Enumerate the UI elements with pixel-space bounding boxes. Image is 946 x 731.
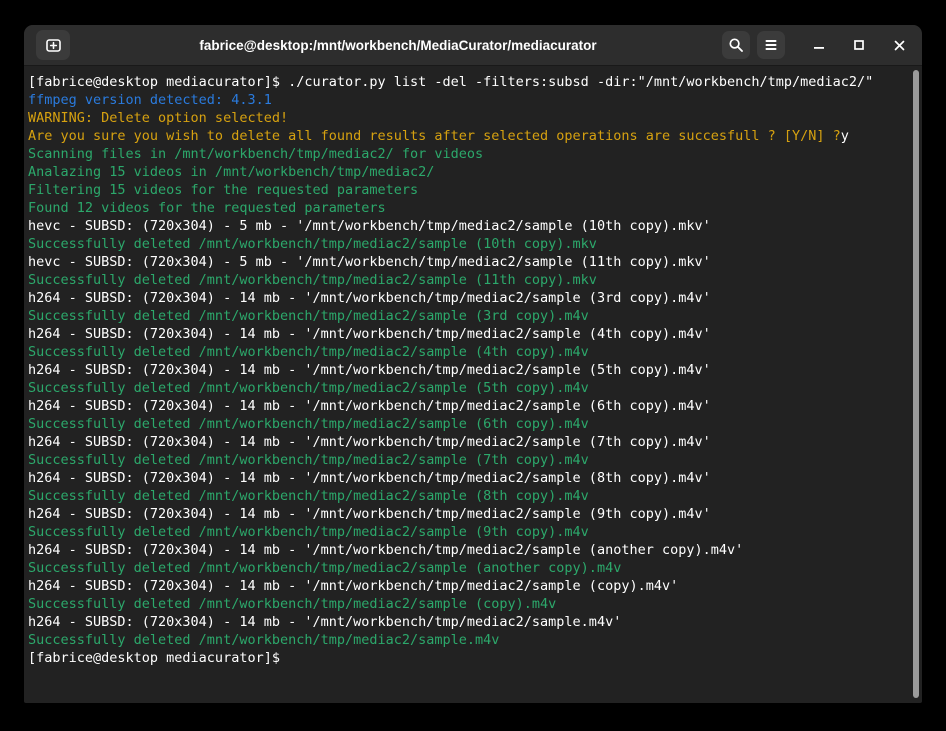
scrollbar-thumb[interactable]	[913, 70, 919, 698]
terminal-line: h264 - SUBSD: (720x304) - 14 mb - '/mnt/…	[28, 433, 908, 451]
terminal-text-segment: Successfully deleted /mnt/workbench/tmp/…	[28, 380, 589, 396]
terminal-text-segment: h264 - SUBSD: (720x304) - 14 mb - '/mnt/…	[28, 434, 711, 450]
terminal-text-segment: [fabrice@desktop mediacurator]$	[28, 650, 280, 666]
minimize-button[interactable]	[808, 31, 830, 59]
minimize-icon	[813, 39, 825, 51]
search-icon	[728, 37, 744, 53]
terminal-window: fabrice@desktop:/mnt/workbench/MediaCura…	[24, 25, 922, 703]
terminal-line: Successfully deleted /mnt/workbench/tmp/…	[28, 379, 908, 397]
terminal-line: Successfully deleted /mnt/workbench/tmp/…	[28, 559, 908, 577]
terminal-text-segment: [fabrice@desktop mediacurator]$ ./curato…	[28, 74, 873, 90]
menu-button[interactable]	[757, 31, 785, 59]
terminal-text-segment: Are you sure you wish to delete all foun…	[28, 128, 841, 144]
terminal-line: Found 12 videos for the requested parame…	[28, 199, 908, 217]
maximize-button[interactable]	[848, 31, 870, 59]
terminal-line: hevc - SUBSD: (720x304) - 5 mb - '/mnt/w…	[28, 253, 908, 271]
new-tab-button[interactable]	[36, 30, 70, 60]
terminal-line: Scanning files in /mnt/workbench/tmp/med…	[28, 145, 908, 163]
terminal-line: Successfully deleted /mnt/workbench/tmp/…	[28, 523, 908, 541]
terminal-text-segment: Scanning files in /mnt/workbench/tmp/med…	[28, 146, 483, 162]
terminal-line: WARNING: Delete option selected!	[28, 109, 908, 127]
terminal-line: Successfully deleted /mnt/workbench/tmp/…	[28, 595, 908, 613]
terminal-text-segment: Successfully deleted /mnt/workbench/tmp/…	[28, 344, 589, 360]
terminal-line: Successfully deleted /mnt/workbench/tmp/…	[28, 307, 908, 325]
terminal-line: Successfully deleted /mnt/workbench/tmp/…	[28, 451, 908, 469]
terminal-line: Successfully deleted /mnt/workbench/tmp/…	[28, 487, 908, 505]
terminal-line: h264 - SUBSD: (720x304) - 14 mb - '/mnt/…	[28, 397, 908, 415]
titlebar-controls	[722, 25, 910, 65]
close-icon	[893, 39, 906, 52]
window-title: fabrice@desktop:/mnt/workbench/MediaCura…	[114, 38, 682, 53]
terminal-line: [fabrice@desktop mediacurator]$ ./curato…	[28, 73, 908, 91]
terminal-text-segment: Successfully deleted /mnt/workbench/tmp/…	[28, 524, 589, 540]
window-control-buttons	[808, 31, 910, 59]
terminal-text-segment: Successfully deleted /mnt/workbench/tmp/…	[28, 488, 589, 504]
terminal-line: h264 - SUBSD: (720x304) - 14 mb - '/mnt/…	[28, 577, 908, 595]
terminal-line: h264 - SUBSD: (720x304) - 14 mb - '/mnt/…	[28, 469, 908, 487]
terminal-line: [fabrice@desktop mediacurator]$	[28, 649, 908, 667]
terminal-line: h264 - SUBSD: (720x304) - 14 mb - '/mnt/…	[28, 541, 908, 559]
terminal-text-segment: Successfully deleted /mnt/workbench/tmp/…	[28, 236, 597, 252]
terminal-line: Successfully deleted /mnt/workbench/tmp/…	[28, 415, 908, 433]
terminal-text-segment: Successfully deleted /mnt/workbench/tmp/…	[28, 272, 597, 288]
terminal-line: ffmpeg version detected: 4.3.1	[28, 91, 908, 109]
terminal-text-segment: Successfully deleted /mnt/workbench/tmp/…	[28, 308, 589, 324]
terminal-line: h264 - SUBSD: (720x304) - 14 mb - '/mnt/…	[28, 325, 908, 343]
search-button[interactable]	[722, 31, 750, 59]
terminal-text-segment: h264 - SUBSD: (720x304) - 14 mb - '/mnt/…	[28, 326, 711, 342]
terminal-text-segment: h264 - SUBSD: (720x304) - 14 mb - '/mnt/…	[28, 506, 711, 522]
terminal-text-segment: h264 - SUBSD: (720x304) - 14 mb - '/mnt/…	[28, 578, 678, 594]
terminal-line: Successfully deleted /mnt/workbench/tmp/…	[28, 631, 908, 649]
terminal-line: Successfully deleted /mnt/workbench/tmp/…	[28, 235, 908, 253]
terminal-text-segment: Successfully deleted /mnt/workbench/tmp/…	[28, 632, 499, 648]
terminal-text-segment: y	[841, 128, 849, 144]
terminal-text-segment: ffmpeg version detected: 4.3.1	[28, 92, 272, 108]
terminal-line: h264 - SUBSD: (720x304) - 14 mb - '/mnt/…	[28, 289, 908, 307]
close-button[interactable]	[888, 31, 910, 59]
terminal-line: Filtering 15 videos for the requested pa…	[28, 181, 908, 199]
terminal-line: h264 - SUBSD: (720x304) - 14 mb - '/mnt/…	[28, 613, 908, 631]
terminal-text-segment: Successfully deleted /mnt/workbench/tmp/…	[28, 452, 589, 468]
terminal-line: h264 - SUBSD: (720x304) - 14 mb - '/mnt/…	[28, 361, 908, 379]
terminal-text-segment: Successfully deleted /mnt/workbench/tmp/…	[28, 416, 589, 432]
terminal-text-segment: h264 - SUBSD: (720x304) - 14 mb - '/mnt/…	[28, 398, 711, 414]
terminal-text-segment: hevc - SUBSD: (720x304) - 5 mb - '/mnt/w…	[28, 254, 711, 270]
terminal-text-segment: h264 - SUBSD: (720x304) - 14 mb - '/mnt/…	[28, 470, 711, 486]
menu-icon	[764, 38, 778, 52]
terminal-text-segment: Found 12 videos for the requested parame…	[28, 200, 386, 216]
terminal-output[interactable]: [fabrice@desktop mediacurator]$ ./curato…	[24, 66, 922, 703]
terminal-text-segment: WARNING: Delete option selected!	[28, 110, 288, 126]
terminal-line: h264 - SUBSD: (720x304) - 14 mb - '/mnt/…	[28, 505, 908, 523]
titlebar: fabrice@desktop:/mnt/workbench/MediaCura…	[24, 25, 922, 66]
terminal-line: Analazing 15 videos in /mnt/workbench/tm…	[28, 163, 908, 181]
terminal-text-segment: h264 - SUBSD: (720x304) - 14 mb - '/mnt/…	[28, 362, 711, 378]
maximize-icon	[853, 39, 865, 51]
terminal-text-segment: Analazing 15 videos in /mnt/workbench/tm…	[28, 164, 434, 180]
terminal-text-segment: hevc - SUBSD: (720x304) - 5 mb - '/mnt/w…	[28, 218, 711, 234]
terminal-line: Successfully deleted /mnt/workbench/tmp/…	[28, 271, 908, 289]
terminal-text-segment: h264 - SUBSD: (720x304) - 14 mb - '/mnt/…	[28, 290, 711, 306]
terminal-text-segment: Successfully deleted /mnt/workbench/tmp/…	[28, 560, 621, 576]
terminal-text-segment: Successfully deleted /mnt/workbench/tmp/…	[28, 596, 556, 612]
terminal-text-segment: Filtering 15 videos for the requested pa…	[28, 182, 418, 198]
terminal-line: Successfully deleted /mnt/workbench/tmp/…	[28, 343, 908, 361]
terminal-line: hevc - SUBSD: (720x304) - 5 mb - '/mnt/w…	[28, 217, 908, 235]
terminal-line: Are you sure you wish to delete all foun…	[28, 127, 908, 145]
terminal-text-segment: h264 - SUBSD: (720x304) - 14 mb - '/mnt/…	[28, 614, 621, 630]
new-tab-icon	[45, 37, 62, 54]
terminal-text-segment: h264 - SUBSD: (720x304) - 14 mb - '/mnt/…	[28, 542, 743, 558]
